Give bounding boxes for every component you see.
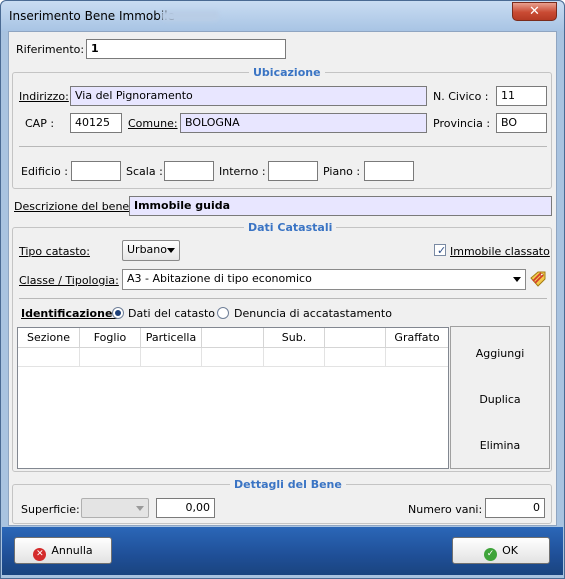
tipo-catasto-value: Urbano: [127, 243, 167, 256]
ncivico-label: N. Civico :: [433, 90, 489, 103]
numero-vani-label: Numero vani:: [408, 503, 483, 516]
ncivico-input[interactable]: 11: [496, 86, 547, 106]
riferimento-label: Riferimento:: [16, 43, 85, 56]
riferimento-input[interactable]: 1: [86, 39, 286, 59]
column-header-blank-2[interactable]: [325, 328, 386, 348]
immobile-classato-label[interactable]: Immobile classato: [450, 245, 550, 258]
superficie-unit-select[interactable]: [81, 498, 149, 518]
column-header-sezione[interactable]: Sezione: [18, 328, 80, 348]
chevron-down-icon: [167, 248, 175, 253]
column-header-sub[interactable]: Sub.: [264, 328, 325, 348]
table-cell[interactable]: [18, 348, 80, 367]
ok-button[interactable]: ✓ OK: [452, 537, 550, 564]
indirizzo-input[interactable]: Via del Pignoramento: [70, 86, 427, 106]
checkmark-icon: ✓: [437, 244, 447, 257]
identificazione-table[interactable]: Sezione Foglio Particella Sub. Graffato: [17, 327, 449, 469]
piano-input[interactable]: [364, 161, 414, 181]
superficie-input[interactable]: 0,00: [156, 498, 215, 518]
table-cell[interactable]: [386, 348, 448, 367]
interno-label: Interno :: [219, 165, 266, 178]
classe-tipologia-value: A3 - Abitazione di tipo economico: [127, 272, 312, 285]
classe-tipologia-select[interactable]: A3 - Abitazione di tipo economico: [122, 269, 526, 290]
table-header: Sezione Foglio Particella Sub. Graffato: [18, 328, 448, 348]
comune-input[interactable]: BOLOGNA: [180, 113, 427, 133]
column-header-blank-1[interactable]: [202, 328, 264, 348]
annulla-button[interactable]: ✕ Annulla: [14, 537, 112, 564]
radio-selected-dot: [115, 310, 121, 316]
chevron-down-icon: [136, 506, 144, 511]
identificazione-label: Identificazione:: [21, 307, 117, 320]
column-header-graffato[interactable]: Graffato: [386, 328, 448, 348]
scala-input[interactable]: [164, 161, 214, 181]
edificio-label: Edificio :: [21, 165, 68, 178]
numero-vani-input[interactable]: 0: [485, 498, 545, 518]
provincia-input[interactable]: BO: [496, 113, 547, 133]
table-cell[interactable]: [202, 348, 264, 367]
scala-label: Scala :: [126, 165, 163, 178]
immobile-classato-checkbox[interactable]: ✓: [434, 244, 447, 257]
table-actions-panel: Aggiungi Duplica Elimina: [450, 326, 550, 469]
provincia-label: Provincia :: [433, 117, 491, 130]
close-button[interactable]: ✕: [512, 2, 557, 21]
catastali-divider: [19, 298, 547, 299]
superficie-label: Superficie:: [21, 503, 80, 516]
indirizzo-label[interactable]: Indirizzo:: [19, 90, 69, 103]
chevron-down-icon: [513, 277, 521, 282]
tipo-catasto-label[interactable]: Tipo catasto:: [19, 245, 90, 258]
edificio-input[interactable]: [71, 161, 121, 181]
piano-label: Piano :: [323, 165, 361, 178]
window-title: Inserimento Bene Immobile: [9, 9, 175, 23]
ok-check-icon: ✓: [484, 548, 498, 561]
radio-denuncia-label[interactable]: Denuncia di accatastamento: [234, 307, 392, 320]
ok-label: OK: [502, 544, 518, 557]
aggiungi-button[interactable]: Aggiungi: [451, 347, 549, 360]
radio-dati-catasto-label[interactable]: Dati del catasto: [128, 307, 215, 320]
radio-denuncia-accatastamento[interactable]: [217, 307, 229, 319]
comune-label[interactable]: Comune:: [128, 117, 178, 130]
duplica-button[interactable]: Duplica: [451, 393, 549, 406]
table-cell[interactable]: [264, 348, 325, 367]
ubicazione-divider: [19, 146, 547, 147]
descrizione-label[interactable]: Descrizione del bene:: [14, 200, 133, 213]
dati-catastali-title: Dati Catastali: [244, 221, 337, 234]
annulla-label: Annulla: [51, 544, 93, 557]
dettagli-title: Dettagli del Bene: [230, 478, 346, 491]
classe-tipologia-label[interactable]: Classe / Tipologia:: [19, 274, 119, 287]
column-header-particella[interactable]: Particella: [141, 328, 202, 348]
ubicazione-title: Ubicazione: [249, 66, 325, 79]
elimina-button[interactable]: Elimina: [451, 439, 549, 452]
blurred-title-suffix: [161, 11, 219, 21]
cap-label: CAP :: [25, 117, 55, 130]
radio-dati-catasto[interactable]: [112, 307, 124, 319]
table-cell[interactable]: [80, 348, 141, 367]
table-cell[interactable]: [325, 348, 386, 367]
interno-input[interactable]: [268, 161, 318, 181]
dialog-window: Inserimento Bene Immobile ✕ Riferimento:…: [0, 0, 565, 579]
cap-input[interactable]: 40125: [70, 113, 122, 133]
column-header-foglio[interactable]: Foglio: [80, 328, 141, 348]
tipo-catasto-select[interactable]: Urbano: [122, 240, 180, 261]
cancel-icon: ✕: [33, 548, 47, 561]
table-cell[interactable]: [141, 348, 202, 367]
title-bar[interactable]: Inserimento Bene Immobile ✕: [1, 1, 564, 31]
tag-clear-icon[interactable]: [529, 270, 548, 288]
descrizione-input[interactable]: Immobile guida: [129, 196, 552, 216]
